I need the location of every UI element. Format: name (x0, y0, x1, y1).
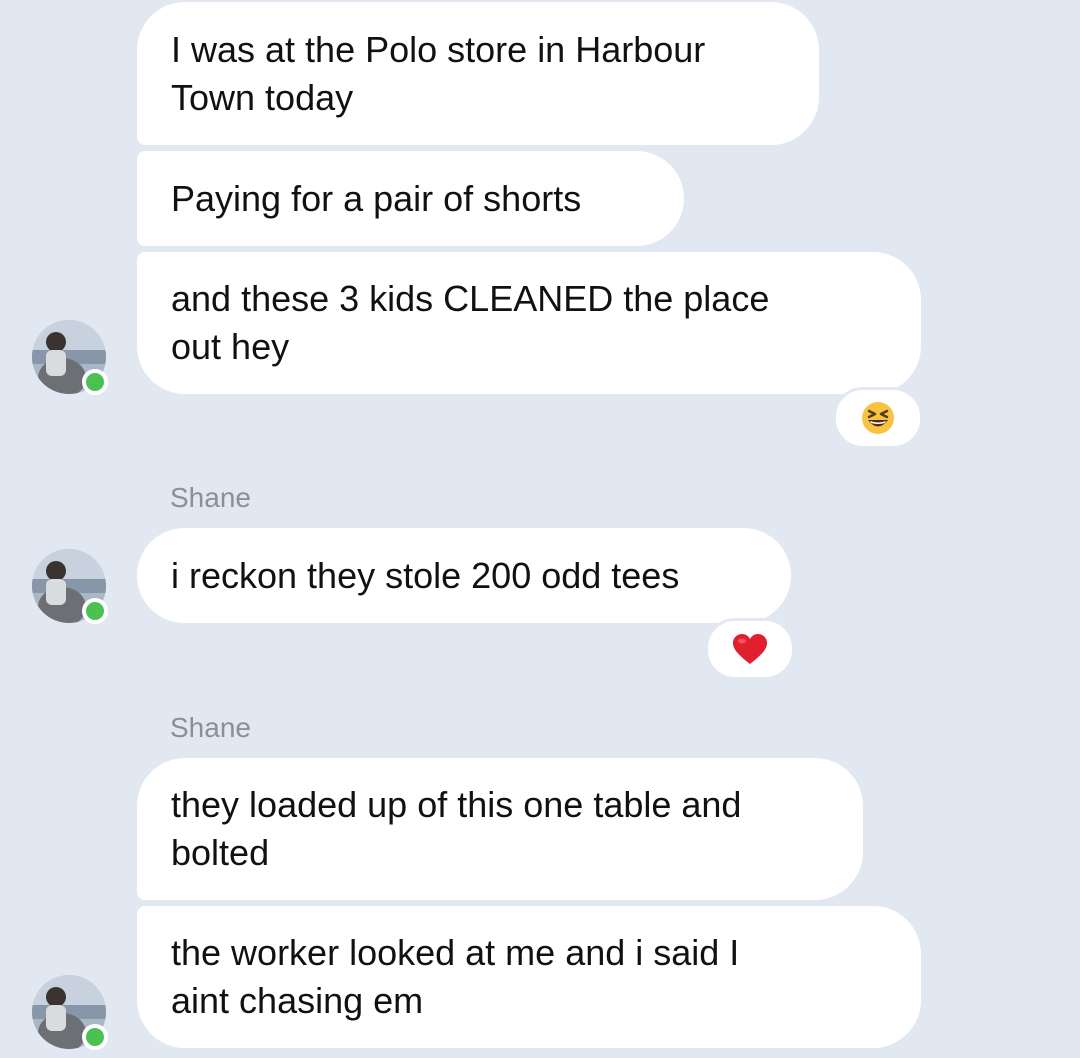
message-text: they loaded up of this one table and bol… (171, 784, 742, 873)
avatar[interactable] (32, 320, 108, 395)
red-heart-icon (733, 634, 767, 664)
sender-name: Shane (170, 482, 251, 513)
avatar[interactable] (32, 549, 108, 624)
message-text: and these 3 kids CLEANED the place out h… (171, 278, 770, 367)
sender-name: Shane (170, 712, 251, 743)
online-status-indicator (82, 369, 108, 395)
avatar[interactable] (32, 975, 108, 1050)
message-text: i reckon they stole 200 odd tees (171, 554, 680, 596)
online-status-indicator (82, 598, 108, 624)
message-bubble[interactable]: I was at the Polo store in Harbour Town … (137, 2, 819, 145)
message-reaction[interactable] (833, 387, 923, 449)
message-text: Paying for a pair of shorts (171, 177, 582, 219)
message-text: I was at the Polo store in Harbour Town … (171, 28, 706, 118)
message-bubble[interactable]: they loaded up of this one table and bol… (137, 758, 863, 900)
message-bubble[interactable]: and these 3 kids CLEANED the place out h… (137, 252, 921, 394)
message-bubble[interactable]: i reckon they stole 200 odd tees (137, 528, 791, 623)
laughing-emoji-icon (862, 402, 894, 434)
message-bubble[interactable]: the worker looked at me and i said I ain… (137, 906, 921, 1048)
message-reaction[interactable] (705, 618, 795, 680)
message-text: the worker looked at me and i said I ain… (171, 932, 740, 1021)
message-bubble[interactable]: Paying for a pair of shorts (137, 151, 684, 246)
online-status-indicator (82, 1024, 108, 1050)
